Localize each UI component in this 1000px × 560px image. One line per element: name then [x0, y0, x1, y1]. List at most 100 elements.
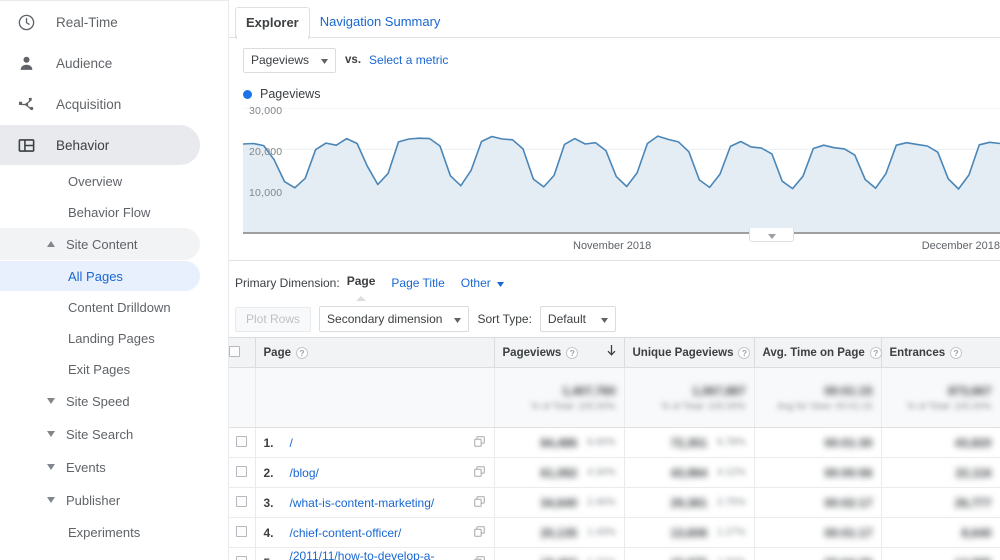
- chevron-down-icon: [600, 312, 608, 326]
- page-link[interactable]: /2011/11/how-to-develop-a-wikipedia-page…: [290, 549, 468, 560]
- help-icon[interactable]: ?: [738, 346, 751, 359]
- row-avg-time-value: 00:02:17: [824, 495, 873, 510]
- sidebar-item-experiments[interactable]: Experiments: [0, 517, 200, 547]
- page-link[interactable]: /what-is-content-marketing/: [290, 496, 468, 510]
- table-header-row: Page ? Pageviews ? Unique Pageviews ? Av…: [229, 337, 1000, 368]
- row-checkbox[interactable]: [236, 465, 248, 477]
- help-icon[interactable]: ?: [566, 346, 579, 359]
- column-label: Avg. Time on Page: [762, 346, 865, 359]
- select-all-header[interactable]: [229, 337, 256, 368]
- table-row[interactable]: 2. /blog/ 61,082 4.34% 43,984 4.12% 00:0…: [229, 457, 1000, 488]
- tab-navigation-summary[interactable]: Navigation Summary: [310, 15, 451, 37]
- row-index: 4.: [263, 525, 274, 540]
- row-unique-pageviews-cell: 29,381 2.75%: [624, 487, 755, 518]
- sidebar-item-content-drilldown[interactable]: Content Drilldown: [0, 292, 200, 322]
- row-unique-pageviews-cell: 15,9751.50%: [624, 547, 755, 560]
- column-label: Entrances: [889, 346, 946, 359]
- dimension-option-page-title[interactable]: Page Title: [391, 276, 444, 290]
- sidebar-subitem-label: Landing Pages: [68, 330, 155, 346]
- row-entrances-value: 26,777: [954, 495, 992, 510]
- sidebar-item-real-time[interactable]: Real-Time: [0, 2, 200, 42]
- sidebar-item-behavior-flow[interactable]: Behavior Flow: [0, 197, 200, 227]
- sort-type-select[interactable]: Default: [539, 306, 616, 332]
- page-link[interactable]: /blog/: [290, 466, 468, 480]
- sidebar-item-landing-pages[interactable]: Landing Pages: [0, 323, 200, 353]
- table-row[interactable]: 5. /2011/11/how-to-develop-a-wikipedia-p…: [229, 547, 1000, 560]
- help-icon[interactable]: ?: [950, 346, 963, 359]
- row-page-cell: 1. /: [255, 427, 495, 458]
- caret-down-icon: [46, 398, 56, 404]
- metric-select[interactable]: Pageviews: [243, 47, 337, 73]
- external-link-icon[interactable]: [473, 525, 486, 540]
- sidebar-item-behavior[interactable]: Behavior: [0, 125, 200, 165]
- column-header-pageviews[interactable]: Pageviews ?: [494, 337, 625, 368]
- sidebar-item-label: Real-Time: [56, 14, 118, 30]
- row-pageviews-value: 61,082: [540, 465, 578, 480]
- row-checkbox[interactable]: [236, 555, 248, 560]
- sidebar-item-audience[interactable]: Audience: [0, 43, 200, 83]
- sidebar-group-site-speed[interactable]: Site Speed: [0, 385, 200, 417]
- summary-avg-time-value: 00:01:15: [824, 383, 873, 398]
- sidebar-group-events[interactable]: Events: [0, 451, 200, 483]
- column-header-avg-time-on-page[interactable]: Avg. Time on Page ?: [754, 337, 882, 368]
- chart-collapse-handle[interactable]: [749, 228, 794, 242]
- row-unique-pageviews-value: 13,608: [670, 525, 708, 540]
- table-summary-row: 1,407,760 % of Total: 100.00% 1,067,887 …: [229, 367, 1000, 428]
- external-link-icon[interactable]: [473, 555, 486, 560]
- secondary-dimension-label: Secondary dimension: [327, 312, 443, 326]
- select-all-checkbox[interactable]: [229, 345, 240, 357]
- main-content: Explorer Navigation Summary Pageviews vs…: [229, 0, 1000, 560]
- row-checkbox-cell[interactable]: [229, 517, 256, 548]
- row-checkbox[interactable]: [236, 525, 248, 537]
- row-unique-pageviews-value: 15,975: [670, 556, 707, 560]
- row-checkbox-cell[interactable]: [229, 487, 256, 518]
- row-unique-pageviews-cell: 72,351 6.78%: [624, 427, 755, 458]
- external-link-icon[interactable]: [473, 435, 486, 450]
- help-icon[interactable]: ?: [869, 346, 882, 359]
- row-entrances-value: 43,820: [954, 435, 992, 450]
- help-icon[interactable]: ?: [296, 346, 308, 359]
- row-entrances-value: 8,640: [961, 525, 992, 540]
- arrow-down-icon: [607, 345, 616, 360]
- row-checkbox[interactable]: [236, 495, 248, 507]
- sidebar-subitem-label: Site Speed: [66, 393, 130, 409]
- table-row[interactable]: 4. /chief-content-officer/ 20,135 1.43% 1…: [229, 517, 1000, 548]
- dimension-option-page[interactable]: Page: [347, 274, 375, 301]
- row-checkbox-cell[interactable]: [229, 427, 256, 458]
- column-header-page[interactable]: Page ?: [255, 337, 495, 368]
- row-pageviews-value: 34,640: [540, 495, 578, 510]
- row-unique-pageviews-cell: 43,984 4.12%: [624, 457, 755, 488]
- row-pageviews-cell: 84,486 6.00%: [494, 427, 625, 458]
- select-a-metric-link[interactable]: Select a metric: [369, 53, 448, 67]
- row-unique-pageviews-pct: 6.78%: [717, 437, 746, 448]
- dimension-option-other[interactable]: Other: [461, 276, 505, 290]
- page-link[interactable]: /chief-content-officer/: [290, 526, 468, 540]
- row-avg-time-cell: 00:02:17: [754, 487, 882, 518]
- tab-explorer[interactable]: Explorer: [235, 7, 310, 39]
- caret-down-icon: [46, 464, 56, 470]
- row-entrances-cell: 26,777: [881, 487, 1000, 518]
- sort-type-value: Default: [547, 312, 586, 326]
- row-pageviews-cell: 61,082 4.34%: [494, 457, 625, 488]
- row-checkbox-cell[interactable]: [229, 457, 256, 488]
- column-header-entrances[interactable]: Entrances ?: [881, 337, 1000, 368]
- pageviews-chart[interactable]: 30,000 20,000 10,000: [243, 105, 1000, 232]
- external-link-icon[interactable]: [473, 495, 486, 510]
- sidebar-group-site-content[interactable]: Site Content: [0, 228, 200, 260]
- sidebar-item-acquisition[interactable]: Acquisition: [0, 84, 200, 124]
- sidebar-item-all-pages[interactable]: All Pages: [0, 261, 200, 291]
- table-row[interactable]: 1. / 84,486 6.00% 72,351 6.78% 00:01:30 …: [229, 427, 1000, 458]
- secondary-dimension-select[interactable]: Secondary dimension: [319, 306, 470, 332]
- column-header-unique-pageviews[interactable]: Unique Pageviews ?: [624, 337, 755, 368]
- clock-icon: [14, 10, 38, 34]
- page-link[interactable]: /: [290, 436, 468, 450]
- row-checkbox-cell[interactable]: [229, 547, 256, 560]
- sidebar-group-publisher[interactable]: Publisher: [0, 484, 200, 516]
- table-row[interactable]: 3. /what-is-content-marketing/ 34,640 2.4…: [229, 487, 1000, 518]
- row-checkbox[interactable]: [236, 435, 248, 447]
- sidebar-item-overview[interactable]: Overview: [0, 166, 200, 196]
- share-nodes-icon: [14, 92, 38, 116]
- sidebar-item-exit-pages[interactable]: Exit Pages: [0, 354, 200, 384]
- sidebar-group-site-search[interactable]: Site Search: [0, 418, 200, 450]
- external-link-icon[interactable]: [473, 465, 486, 480]
